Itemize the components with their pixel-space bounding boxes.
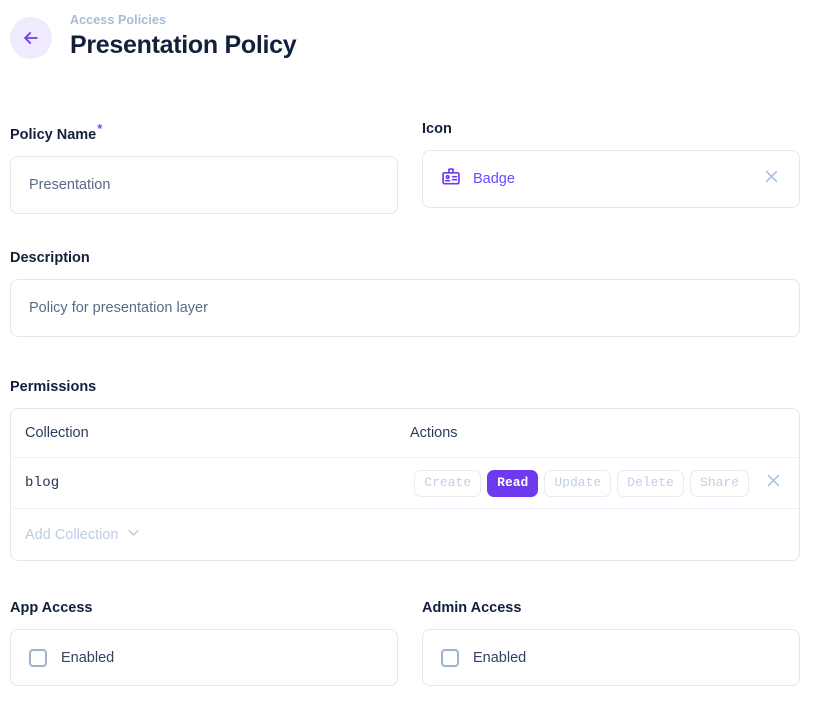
app-access-box: Enabled [10,629,398,686]
clear-icon-button[interactable] [761,169,781,189]
remove-collection-button[interactable] [763,473,783,493]
policy-name-input[interactable]: Presentation [10,155,398,214]
action-chip-delete[interactable]: Delete [617,469,684,497]
description-field-group: Description Policy for presentation laye… [10,249,800,337]
page-title: Presentation Policy [70,31,297,59]
description-input[interactable]: Policy for presentation layer [10,279,800,337]
admin-access-checkbox-row[interactable]: Enabled [441,648,526,668]
permissions-section: Permissions Collection Actions blog Crea… [10,378,800,561]
column-header-actions: Actions [410,425,458,441]
app-access-checkbox-label: Enabled [61,649,115,666]
icon-field-group: Icon Badge [422,120,800,214]
table-header-row: Collection Actions [11,409,799,458]
app-access-checkbox[interactable] [29,648,47,667]
name-and-icon-row: Policy Name* Presentation Icon Badge [0,120,816,214]
admin-access-label: Admin Access [422,600,522,616]
admin-access-checkbox[interactable] [441,648,459,667]
action-chip-share[interactable]: Share [689,469,749,497]
action-chip-update[interactable]: Update [544,469,612,497]
admin-access-box: Enabled [422,629,800,686]
permissions-table: Collection Actions blog Create Read Upda… [10,408,800,561]
permissions-label: Permissions [10,379,97,395]
app-access-checkbox-row[interactable]: Enabled [29,648,114,668]
admin-access-checkbox-label: Enabled [473,649,527,666]
add-collection-control: Add Collection [25,525,141,544]
table-row: blog Create Read Update Delete Share [11,458,799,509]
close-icon [763,168,780,190]
close-icon [765,472,782,494]
collection-name: blog [25,475,60,491]
policy-name-value: Presentation [29,176,111,193]
policy-name-label: Policy Name* [10,120,398,144]
policy-name-field-group: Policy Name* Presentation [10,120,398,214]
description-label: Description [10,250,90,266]
icon-name-text: Badge [473,171,515,187]
icon-picker-value: Badge [441,167,515,192]
chevron-down-icon [126,525,141,544]
policy-name-label-text: Policy Name [10,126,97,143]
action-chip-group: Create Read Update Delete Share [410,469,785,497]
icon-label: Icon [422,121,452,137]
required-asterisk: * [97,121,103,136]
action-chip-create[interactable]: Create [414,469,482,497]
admin-access-group: Admin Access Enabled [422,599,800,686]
access-policy-detail-page: Access Policies Presentation Policy Poli… [0,0,816,707]
add-collection-row[interactable]: Add Collection [11,509,799,560]
breadcrumb[interactable]: Access Policies [70,12,296,28]
icon-picker[interactable]: Badge [422,150,800,208]
page-header: Access Policies Presentation Policy [0,0,816,68]
add-collection-label: Add Collection [25,526,119,543]
title-block: Access Policies Presentation Policy [70,12,297,60]
back-button[interactable] [10,17,52,59]
badge-icon [441,167,461,192]
app-access-label: App Access [10,600,93,616]
access-toggles-row: App Access Enabled Admin Access Enabled [0,599,816,686]
description-value: Policy for presentation layer [29,300,208,316]
arrow-left-icon [21,28,41,48]
column-header-collection: Collection [25,425,89,441]
app-access-group: App Access Enabled [10,599,398,686]
action-chip-read[interactable]: Read [487,469,539,497]
